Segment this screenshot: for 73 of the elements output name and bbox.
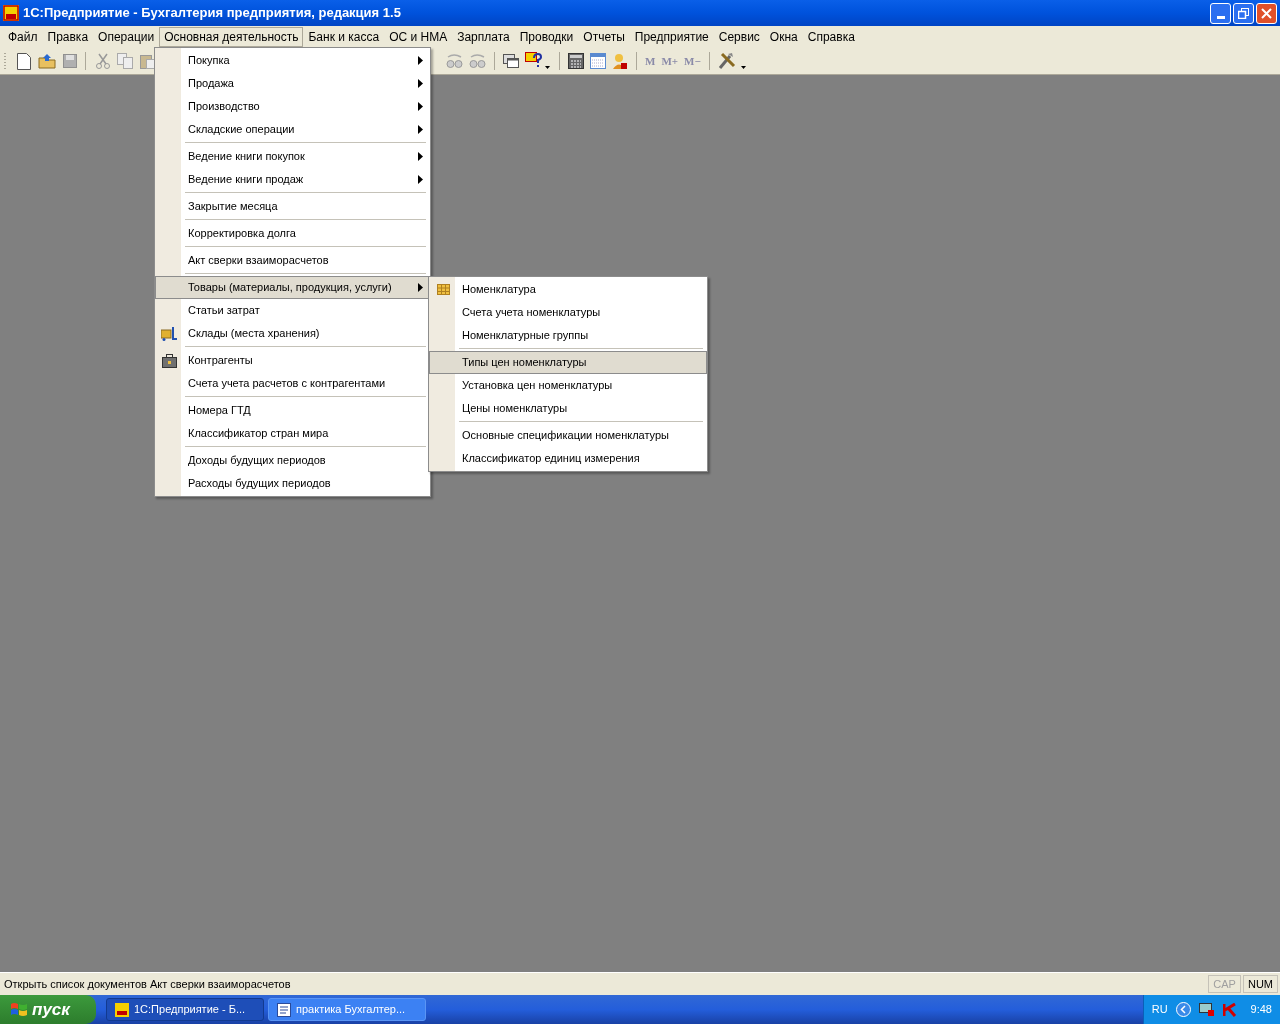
open-folder-icon[interactable] [38,53,56,69]
table-icon [436,284,450,295]
menu-entry[interactable]: Статьи затрат [155,299,430,322]
chevron-icon[interactable] [1175,1002,1191,1017]
taskbar-button[interactable]: практика Бухгалтер... [268,998,426,1021]
menu-entry[interactable]: Корректировка долга [155,222,430,245]
minimize-icon [1216,15,1225,19]
menu-item[interactable]: Сервис [713,27,765,47]
forklift-icon [161,326,177,341]
menu-entry[interactable]: Контрагенты [155,349,430,372]
menu-entry[interactable]: Складские операции [155,118,430,141]
close-button[interactable] [1256,2,1277,24]
windows-logo-icon [10,1001,28,1018]
menu-item[interactable]: Зарплата [452,27,515,47]
status-text: Открыть список документов Акт сверки взаиморасчетов [4,976,291,992]
menu-entry[interactable]: Покупка [155,49,430,72]
close-icon [1261,7,1272,19]
menu-entry[interactable]: Расходы будущих периодов [155,472,430,495]
menu-item[interactable]: Правка [42,27,94,47]
menu-entry[interactable]: Продажа [155,72,430,95]
menu-entry[interactable]: Номенклатура [429,278,707,301]
restore-icon [1238,7,1249,19]
menu-item[interactable]: Окна [764,27,803,47]
menu-item[interactable]: Предприятие [629,27,714,47]
minimize-button[interactable] [1210,2,1231,24]
menu-entry[interactable]: Установка цен номенклатуры [429,374,707,397]
menu-entry[interactable]: Основные спецификации номенклатуры [429,424,707,447]
menu-entry[interactable]: Типы цен номенклатуры [429,351,707,374]
briefcase-icon [161,353,177,368]
toolbar-grip [4,52,7,70]
app-logo-icon [3,5,19,21]
menu-entry[interactable]: Счета учета номенклатуры [429,301,707,324]
monitor-icon[interactable] [1198,1002,1215,1017]
menu-entry[interactable]: Номенклатурные группы [429,324,707,347]
menu-entry[interactable]: Производство [155,95,430,118]
menu-entry[interactable]: Цены номенклатуры [429,397,707,420]
menu-item[interactable]: Отчеты [578,27,630,47]
document-icon [277,1002,291,1017]
menu-entry[interactable]: Доходы будущих периодов [155,449,430,472]
app-logo-icon [115,1002,129,1017]
menu-item[interactable]: Проводки [514,27,579,47]
key-indicator: NUM [1242,975,1278,993]
menu-item[interactable]: Файл [3,27,43,47]
restore-button[interactable] [1233,2,1254,24]
new-document-icon[interactable] [17,52,31,70]
menu-item[interactable]: Основная деятельность [159,27,304,47]
menu-entry[interactable]: Классификатор единиц измерения [429,447,707,470]
windows-icon[interactable] [503,54,519,68]
key-indicator: CAP [1208,975,1241,993]
user-lock-icon[interactable] [612,52,628,70]
help-icon[interactable] [525,52,551,70]
calendar-icon[interactable] [590,53,606,69]
clock: 9:48 [1250,1002,1272,1018]
menu-entry[interactable]: Классификатор стран мира [155,422,430,445]
calculator-icon[interactable] [568,53,584,69]
menu-entry[interactable]: Ведение книги покупок [155,145,430,168]
menu-item[interactable]: Банк и касса [303,27,385,47]
taskbar-button[interactable]: 1С:Предприятие - Б... [106,998,264,1021]
menu-item[interactable]: Операции [93,27,160,47]
menu-entry[interactable]: Товары (материалы, продукция, услуги) [155,276,430,299]
menu-entry[interactable]: Склады (места хранения) [155,322,430,345]
window-title: 1С:Предприятие - Бухгалтерия предприятия, редакция 1.5 [23,4,401,23]
menu-entry[interactable]: Акт сверки взаиморасчетов [155,249,430,272]
language-indicator[interactable]: RU [1151,1001,1168,1018]
menu-entry[interactable]: Закрытие месяца [155,195,430,218]
menu-item[interactable]: Справка [802,27,860,47]
tools-icon[interactable] [717,52,748,70]
menu-entry[interactable]: Номера ГТД [155,399,430,422]
save-icon[interactable] [63,54,77,68]
menu-entry[interactable]: Ведение книги продаж [155,168,430,191]
menu-item[interactable]: ОС и НМА [384,27,453,47]
start-button[interactable]: пуск [0,995,96,1024]
menu-entry[interactable]: Счета учета расчетов с контрагентами [155,372,430,395]
